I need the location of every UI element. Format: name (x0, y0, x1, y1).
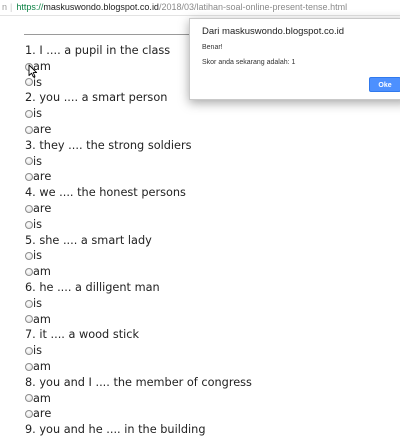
dialog-message: Benar! (202, 44, 223, 51)
ok-button[interactable]: Oke (369, 77, 400, 92)
answer-option[interactable]: is (25, 154, 400, 170)
radio-button[interactable] (25, 125, 33, 134)
option-label: is (33, 344, 43, 358)
option-label: is (33, 296, 43, 310)
option-label: are (33, 407, 52, 421)
answer-option[interactable]: am (25, 359, 400, 375)
option-label: am (33, 312, 51, 326)
alert-dialog: Dari maskuswondo.blogspot.co.id Benar! S… (189, 18, 400, 100)
radio-button[interactable] (25, 173, 33, 182)
question-text: 6. he .... a dilligent man (25, 280, 160, 294)
dialog-score-text: Skor anda sekarang adalah: 1 (202, 59, 296, 66)
answer-option[interactable]: are (25, 406, 400, 422)
option-label: is (33, 154, 43, 168)
question-item: 3. they .... the strong soldiers is are (25, 138, 400, 185)
radio-button[interactable] (25, 268, 33, 277)
question-item: 7. it .... a wood stick is am (25, 327, 400, 374)
address-host: maskuswondo.blogspot.co.id (43, 2, 159, 12)
option-label: are (33, 201, 52, 215)
radio-button[interactable] (25, 110, 33, 119)
answer-option[interactable]: are (25, 122, 400, 138)
question-item: 5. she .... a smart lady is am (25, 233, 400, 280)
answer-option[interactable]: is (25, 106, 400, 122)
option-label: are (33, 122, 52, 136)
question-item: 4. we .... the honest persons are is (25, 185, 400, 232)
radio-button[interactable] (25, 394, 33, 403)
answer-option[interactable]: is (25, 248, 400, 264)
address-prefix: n (2, 2, 8, 12)
radio-button[interactable] (25, 220, 33, 229)
option-label: am (33, 391, 51, 405)
radio-button[interactable] (25, 252, 33, 261)
dialog-title: Dari maskuswondo.blogspot.co.id (202, 26, 345, 37)
question-text: 7. it .... a wood stick (25, 328, 140, 342)
answer-option[interactable]: are (25, 169, 400, 185)
radio-button[interactable] (25, 157, 33, 166)
question-text: 3. they .... the strong soldiers (25, 138, 192, 152)
question-item: 9. you and he .... in the building (25, 422, 400, 438)
address-bar[interactable]: n | https://maskuswondo.blogspot.co.id/201… (0, 0, 400, 16)
answer-option[interactable]: is (25, 217, 400, 233)
question-text: 8. you and I .... the member of congress (25, 375, 252, 389)
question-text: 4. we .... the honest persons (25, 186, 186, 200)
option-label: is (33, 249, 43, 263)
radio-button[interactable] (25, 315, 33, 324)
address-path: /2018/03/latihan-soal-online-present-ten… (158, 2, 348, 12)
answer-option[interactable]: are (25, 201, 400, 217)
answer-option[interactable]: am (25, 264, 400, 280)
question-text: 9. you and he .... in the building (25, 423, 206, 437)
answer-option[interactable]: is (25, 343, 400, 359)
option-label: is (33, 217, 43, 231)
answer-option[interactable]: is (25, 296, 400, 312)
radio-button[interactable] (25, 299, 33, 308)
radio-button[interactable] (25, 410, 33, 419)
radio-button[interactable] (25, 78, 33, 87)
option-label: am (33, 265, 51, 279)
question-item: 6. he .... a dilligent man is am (25, 280, 400, 327)
answer-option[interactable]: am (25, 391, 400, 407)
option-label: is (33, 107, 43, 121)
radio-button[interactable] (25, 204, 33, 213)
question-text: 5. she .... a smart lady (25, 233, 152, 247)
radio-button[interactable] (25, 362, 33, 371)
address-scheme: https:// (16, 2, 44, 12)
radio-button[interactable] (25, 347, 33, 356)
option-label: am (33, 359, 51, 373)
answer-option[interactable]: am (25, 312, 400, 328)
option-label: are (33, 170, 52, 184)
quiz-list: 1. I .... a pupil in the class am is 2. … (25, 43, 400, 438)
address-separator: | (10, 2, 13, 12)
mouse-cursor-icon (28, 64, 38, 78)
question-item: 8. you and I .... the member of congress… (25, 375, 400, 422)
